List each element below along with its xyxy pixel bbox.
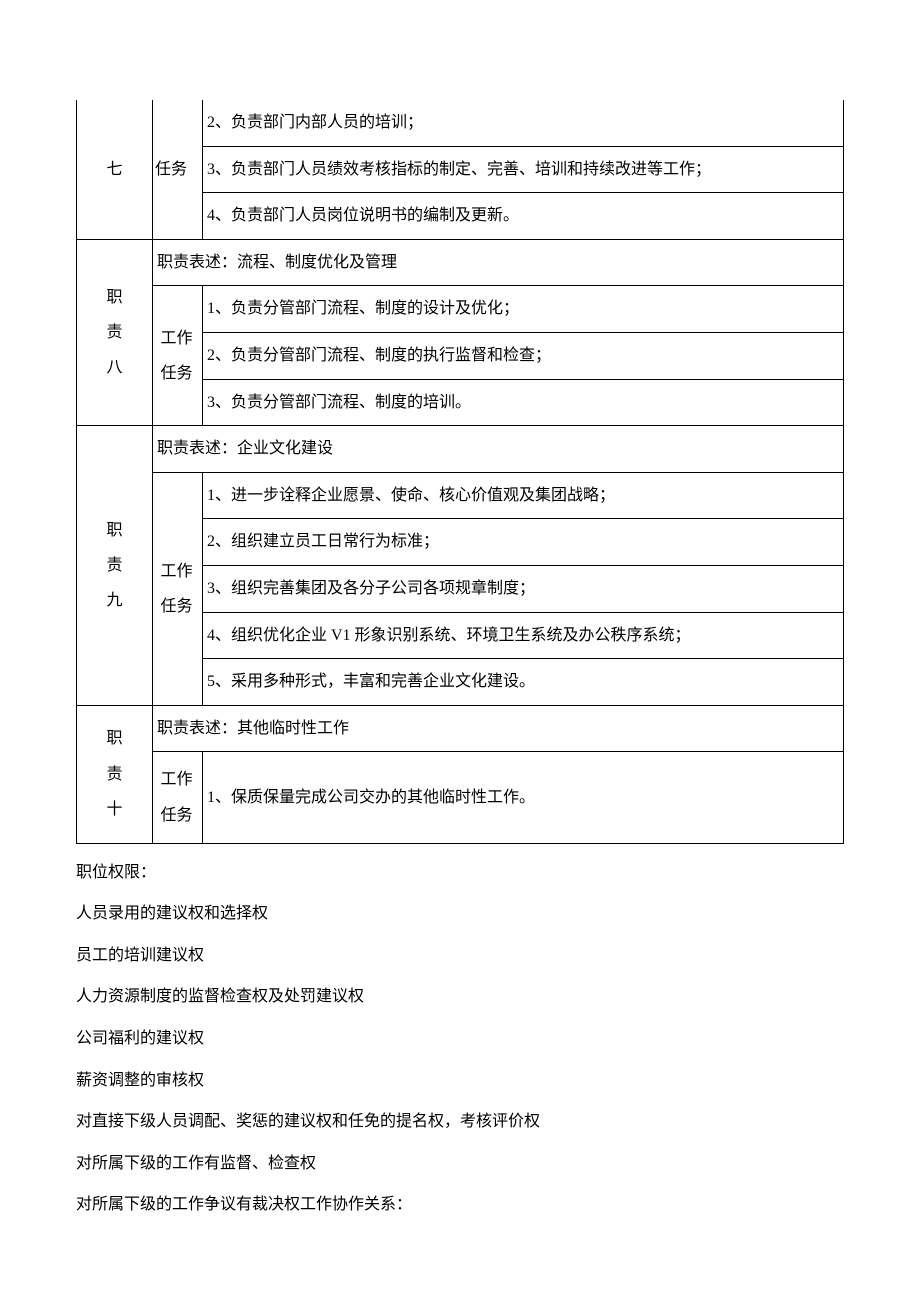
duty9-item: 3、组织完善集团及各分子公司各项规章制度； [203, 565, 844, 612]
duty8-task-label: 工作 任务 [153, 286, 203, 426]
duty8-item: 2、负责分管部门流程、制度的执行监督和检查； [203, 332, 844, 379]
authority-line: 人力资源制度的监督检查权及处罚建议权 [76, 976, 844, 1018]
task-label-char: 任务 [160, 589, 192, 624]
table-row: 工作 任务 1、负责分管部门流程、制度的设计及优化； [77, 286, 844, 333]
duty7-item: 2、负责部门内部人员的培训； [203, 100, 844, 146]
duty7-label: 七 [77, 100, 153, 239]
duty10-item: 1、保质保量完成公司交办的其他临时性工作。 [203, 752, 844, 843]
duty9-desc: 职责表述：企业文化建设 [153, 426, 844, 473]
duty-label-char: 职 [106, 513, 122, 548]
duty8-desc: 职责表述：流程、制度优化及管理 [153, 239, 844, 286]
authority-line: 对直接下级人员调配、奖惩的建议权和任免的提名权，考核评价权 [76, 1101, 844, 1143]
authority-heading: 职位权限： [76, 852, 844, 894]
duty8-item: 1、负责分管部门流程、制度的设计及优化； [203, 286, 844, 333]
task-label-char: 工作 [160, 762, 192, 797]
duty9-item: 4、组织优化企业 V1 形象识别系统、环境卫生系统及办公秩序系统； [203, 612, 844, 659]
authority-line: 公司福利的建议权 [76, 1018, 844, 1060]
duty-label-char: 职 [106, 280, 122, 315]
table-row: 职 责 八 职责表述：流程、制度优化及管理 [77, 239, 844, 286]
duty7-task-label: 任务 [153, 100, 203, 239]
duty-label-char: 九 [106, 583, 122, 618]
duty-label-char: 责 [106, 548, 122, 583]
authority-line: 对所属下级的工作争议有裁决权工作协作关系： [76, 1184, 844, 1226]
duty9-task-label: 工作 任务 [153, 472, 203, 705]
duty10-desc: 职责表述：其他临时性工作 [153, 705, 844, 752]
table-row: 工作 任务 1、进一步诠释企业愿景、使命、核心价值观及集团战略； [77, 472, 844, 519]
task-label-char: 任务 [160, 356, 192, 391]
duty9-item: 1、进一步诠释企业愿景、使命、核心价值观及集团战略； [203, 472, 844, 519]
duty7-item: 4、负责部门人员岗位说明书的编制及更新。 [203, 193, 844, 240]
table-row: 七 任务 2、负责部门内部人员的培训； [77, 100, 844, 146]
duty10-label: 职 责 十 [77, 705, 153, 843]
duty9-item: 5、采用多种形式，丰富和完善企业文化建设。 [203, 659, 844, 706]
task-label-char: 工作 [160, 554, 192, 589]
duty-label-char: 责 [106, 757, 122, 792]
duty-label-char: 职 [106, 721, 122, 756]
duty-label-char: 八 [106, 350, 122, 385]
duty-label-char: 责 [106, 315, 122, 350]
authority-line: 人员录用的建议权和选择权 [76, 893, 844, 935]
authority-line: 对所属下级的工作有监督、检查权 [76, 1143, 844, 1185]
table-row: 职 责 九 职责表述：企业文化建设 [77, 426, 844, 473]
duty9-label: 职 责 九 [77, 426, 153, 706]
authority-section: 职位权限： 人员录用的建议权和选择权 员工的培训建议权 人力资源制度的监督检查权… [76, 852, 844, 1226]
document-page: 七 任务 2、负责部门内部人员的培训； 3、负责部门人员绩效考核指标的制定、完善… [0, 0, 920, 1286]
authority-line: 员工的培训建议权 [76, 935, 844, 977]
table-row: 职 责 十 职责表述：其他临时性工作 [77, 705, 844, 752]
table-row: 工作 任务 1、保质保量完成公司交办的其他临时性工作。 [77, 752, 844, 843]
task-label-char: 工作 [160, 321, 192, 356]
authority-line: 薪资调整的审核权 [76, 1060, 844, 1102]
duty9-item: 2、组织建立员工日常行为标准； [203, 519, 844, 566]
task-label-char: 任务 [160, 798, 192, 833]
duty8-label: 职 责 八 [77, 239, 153, 425]
duty-label-char: 七 [106, 152, 122, 187]
duty8-item: 3、负责分管部门流程、制度的培训。 [203, 379, 844, 426]
duties-table: 七 任务 2、负责部门内部人员的培训； 3、负责部门人员绩效考核指标的制定、完善… [76, 100, 844, 844]
duty-label-char: 十 [106, 792, 122, 827]
duty7-item: 3、负责部门人员绩效考核指标的制定、完善、培训和持续改进等工作； [203, 146, 844, 193]
duty10-task-label: 工作 任务 [153, 752, 203, 843]
